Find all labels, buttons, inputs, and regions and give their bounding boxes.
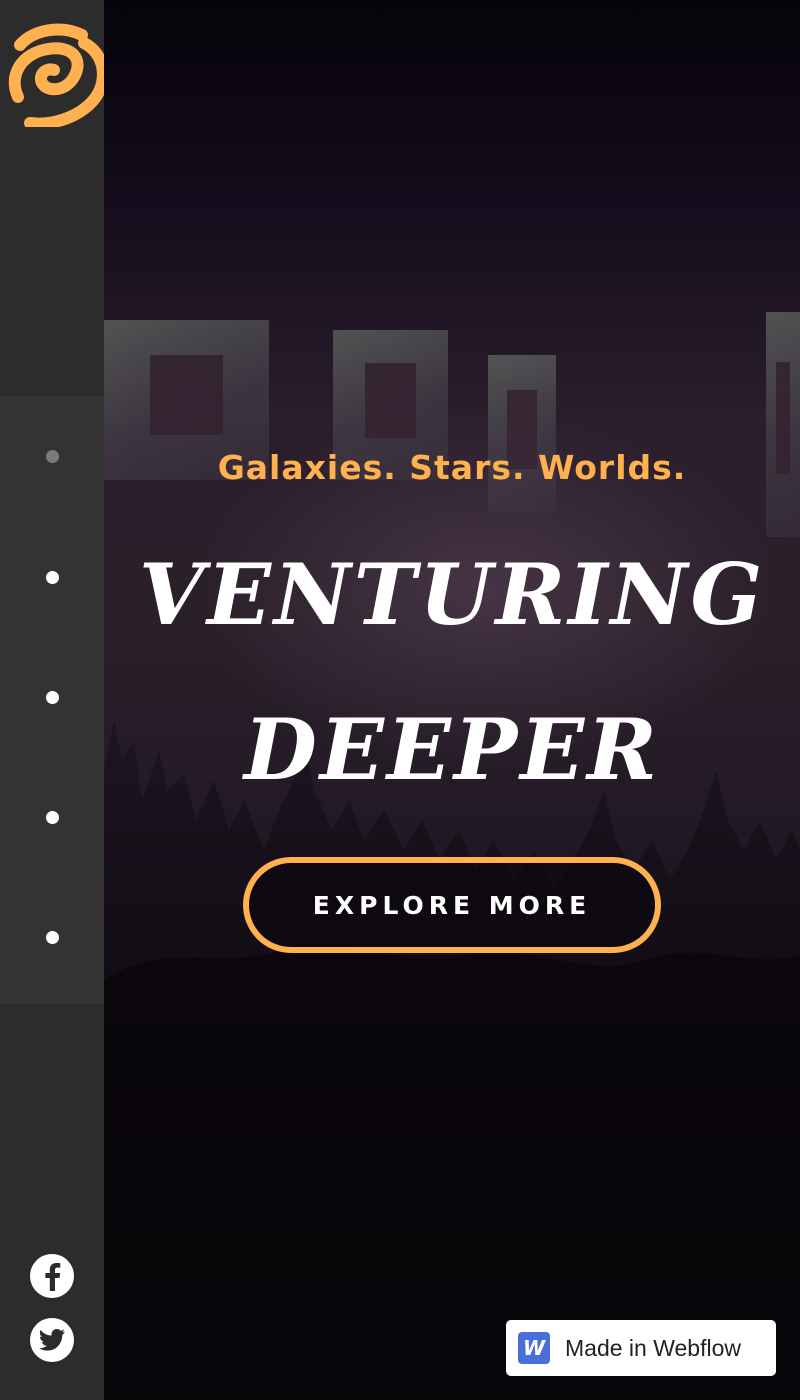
badge-label: Made in Webflow	[565, 1334, 741, 1361]
twitter-link[interactable]	[30, 1318, 74, 1362]
section-nav	[0, 396, 104, 1004]
nav-dot-4[interactable]	[46, 811, 59, 824]
nav-dot-5[interactable]	[46, 931, 59, 944]
hero-headline-line2: deeper	[244, 700, 660, 799]
explore-more-button[interactable]: EXPLORE MORE	[243, 857, 661, 953]
stage-screen-edge	[766, 312, 800, 537]
sidebar	[0, 0, 104, 1400]
made-in-webflow-badge[interactable]: W Made in Webflow	[506, 1320, 776, 1376]
facebook-link[interactable]	[30, 1254, 74, 1298]
nav-dot-2[interactable]	[46, 571, 59, 584]
twitter-icon	[39, 1329, 65, 1351]
swirl-logo-icon	[8, 23, 104, 127]
webflow-icon: W	[518, 1332, 550, 1364]
facebook-icon	[45, 1263, 61, 1291]
brand-logo[interactable]	[0, 0, 104, 150]
nav-dot-1[interactable]	[46, 450, 59, 463]
stage-screen-right	[488, 355, 556, 513]
hero-tagline: Galaxies. Stars. Worlds.	[217, 448, 687, 487]
hero-section: Galaxies. Stars. Worlds. Venturing deepe…	[104, 0, 800, 1400]
hero-headline-line1: Venturing	[138, 545, 766, 644]
nav-dot-3[interactable]	[46, 691, 59, 704]
